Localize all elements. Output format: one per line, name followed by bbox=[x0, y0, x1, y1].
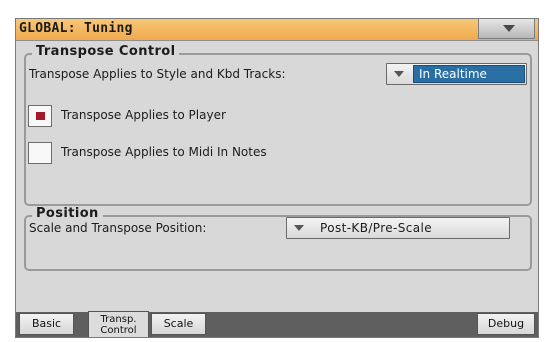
transpose-applies-value: In Realtime bbox=[419, 67, 487, 81]
transpose-player-checkbox[interactable] bbox=[28, 105, 52, 127]
tab-transp-control[interactable]: Transp. Control bbox=[88, 311, 149, 337]
scale-position-value: Post-KB/Pre-Scale bbox=[320, 221, 433, 235]
transpose-applies-dropdown[interactable]: In Realtime bbox=[386, 63, 527, 85]
page-title: GLOBAL: Tuning bbox=[19, 21, 133, 36]
checkbox-checked-icon bbox=[36, 112, 45, 120]
chevron-down-icon bbox=[503, 25, 515, 32]
position-legend: Position bbox=[32, 206, 103, 221]
dropdown-arrow-icon[interactable] bbox=[388, 65, 412, 83]
scale-position-dropdown[interactable]: Post-KB/Pre-Scale bbox=[286, 217, 510, 239]
transpose-control-legend: Transpose Control bbox=[32, 44, 180, 59]
tab-debug[interactable]: Debug bbox=[477, 313, 535, 335]
tab-transp-control-label: Transp. Control bbox=[100, 314, 137, 336]
tab-scale[interactable]: Scale bbox=[151, 313, 206, 335]
title-bar: GLOBAL: Tuning bbox=[16, 19, 538, 41]
transpose-midi-label: Transpose Applies to Midi In Notes bbox=[61, 145, 267, 159]
scale-transpose-position-label: Scale and Transpose Position: bbox=[29, 221, 207, 235]
dropdown-arrow-icon[interactable] bbox=[288, 219, 312, 237]
tab-basic[interactable]: Basic bbox=[19, 313, 74, 335]
transpose-player-label: Transpose Applies to Player bbox=[61, 108, 226, 122]
transpose-midi-checkbox[interactable] bbox=[28, 142, 52, 164]
global-tuning-window: GLOBAL: Tuning Transpose Control Transpo… bbox=[15, 18, 539, 338]
applies-to-style-label: Transpose Applies to Style and Kbd Track… bbox=[29, 67, 286, 81]
tab-bar: Basic Transp. Control Scale Debug bbox=[16, 311, 538, 337]
page-menu-button[interactable] bbox=[478, 19, 535, 39]
